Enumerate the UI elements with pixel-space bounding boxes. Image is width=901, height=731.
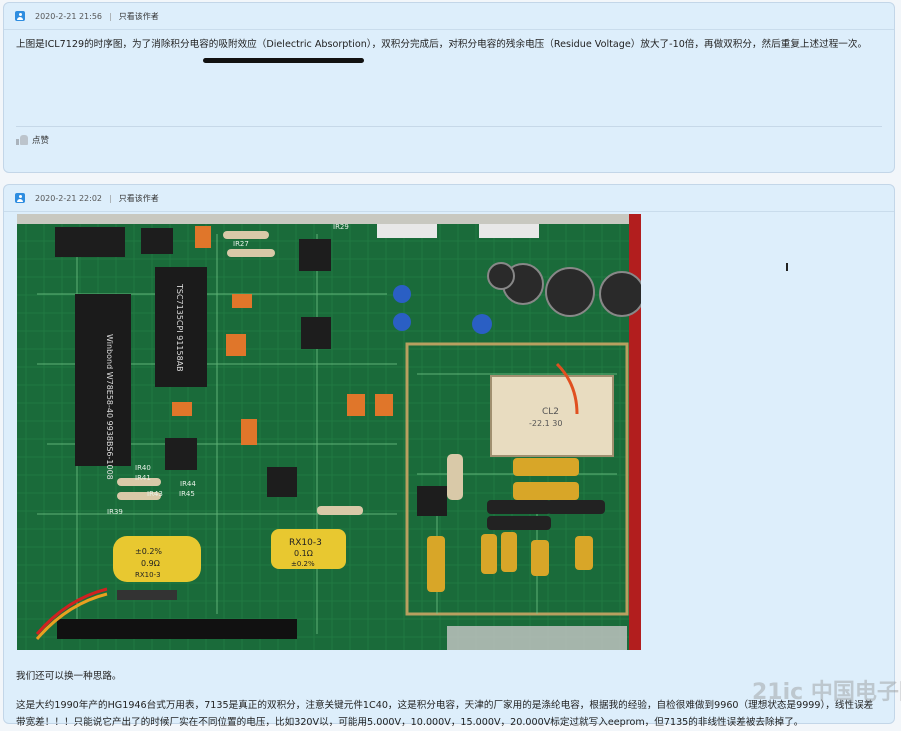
svg-text:0.9Ω: 0.9Ω	[141, 559, 160, 568]
svg-text:IR44: IR44	[180, 480, 196, 488]
like-button[interactable]: 点赞	[16, 134, 49, 146]
svg-text:IR27: IR27	[233, 240, 249, 248]
post-2-date: 2020-2-21 22:02	[35, 193, 102, 203]
cap-rx10-big: RX10-3 0.1Ω ±0.2%	[271, 529, 346, 569]
site-watermark: 21ic 中国电子网	[752, 680, 901, 705]
pcb-photo-drawing: Winbond W78E58-40 9938BS6-1008 TSC7135CP…	[17, 214, 645, 650]
post-1-date: 2020-2-21 21:56	[35, 11, 102, 21]
svg-text:±0.2%: ±0.2%	[291, 560, 315, 568]
handwritten-underline	[203, 58, 364, 63]
svg-text:Winbond W78E58-40 9938BS6-1008: Winbond W78E58-40 9938BS6-1008	[105, 334, 114, 480]
text-cursor-icon	[786, 263, 788, 271]
svg-text:±0.2%: ±0.2%	[135, 547, 162, 556]
svg-text:IR40: IR40	[135, 464, 151, 472]
like-label: 点赞	[32, 136, 50, 146]
pcb-photo[interactable]: Winbond W78E58-40 9938BS6-1008 TSC7135CP…	[17, 214, 645, 650]
svg-text:IR45: IR45	[179, 490, 195, 498]
separator: |	[109, 193, 112, 203]
post-1-text: 上图是ICL7129的时序图，为了消除积分电容的吸附效应（Dielectric …	[16, 39, 868, 50]
svg-text:IR41: IR41	[135, 474, 151, 482]
post-2-line-3: 带宽差！！！只能说它产出了的时候厂实在不同位置的电压，比如320V以，可能用5.…	[16, 717, 804, 728]
user-avatar-icon[interactable]	[15, 11, 25, 21]
svg-text:0.1Ω: 0.1Ω	[294, 549, 313, 558]
relay-block: CL2 -22.1 30	[490, 375, 614, 457]
post-2-header: 2020-2-21 22:02 | 只看该作者	[4, 185, 894, 212]
only-author-link[interactable]: 只看该作者	[119, 11, 159, 22]
svg-text:IR39: IR39	[107, 508, 123, 516]
separator: |	[109, 11, 112, 21]
svg-text:TSC7135CPI 91158AB: TSC7135CPI 91158AB	[175, 283, 184, 372]
chip-tsc7135: TSC7135CPI 91158AB	[155, 267, 207, 387]
svg-text:IR29: IR29	[333, 223, 349, 231]
cap-rx10-small: ±0.2% 0.9Ω RX10-3	[113, 536, 201, 582]
svg-text:CL2: CL2	[542, 407, 559, 417]
svg-text:RX10-3: RX10-3	[289, 538, 322, 548]
post-1-divider	[16, 126, 882, 127]
only-author-link[interactable]: 只看该作者	[119, 193, 159, 204]
svg-text:RX10-3: RX10-3	[135, 571, 161, 579]
post-2-line-1: 我们还可以换一种思路。	[16, 671, 122, 682]
post-1-header: 2020-2-21 21:56 | 只看该作者	[4, 3, 894, 30]
thumb-up-icon	[16, 135, 29, 145]
svg-text:IR43: IR43	[147, 490, 163, 498]
svg-text:-22.1 30: -22.1 30	[529, 419, 562, 428]
post-1: 2020-2-21 21:56 | 只看该作者 上图是ICL7129的时序图，为…	[3, 2, 895, 173]
user-avatar-icon[interactable]	[15, 193, 25, 203]
post-2: 2020-2-21 22:02 | 只看该作者 Winbond W78E58-4…	[3, 184, 895, 728]
chip-winbond: Winbond W78E58-40 9938BS6-1008	[75, 294, 131, 480]
